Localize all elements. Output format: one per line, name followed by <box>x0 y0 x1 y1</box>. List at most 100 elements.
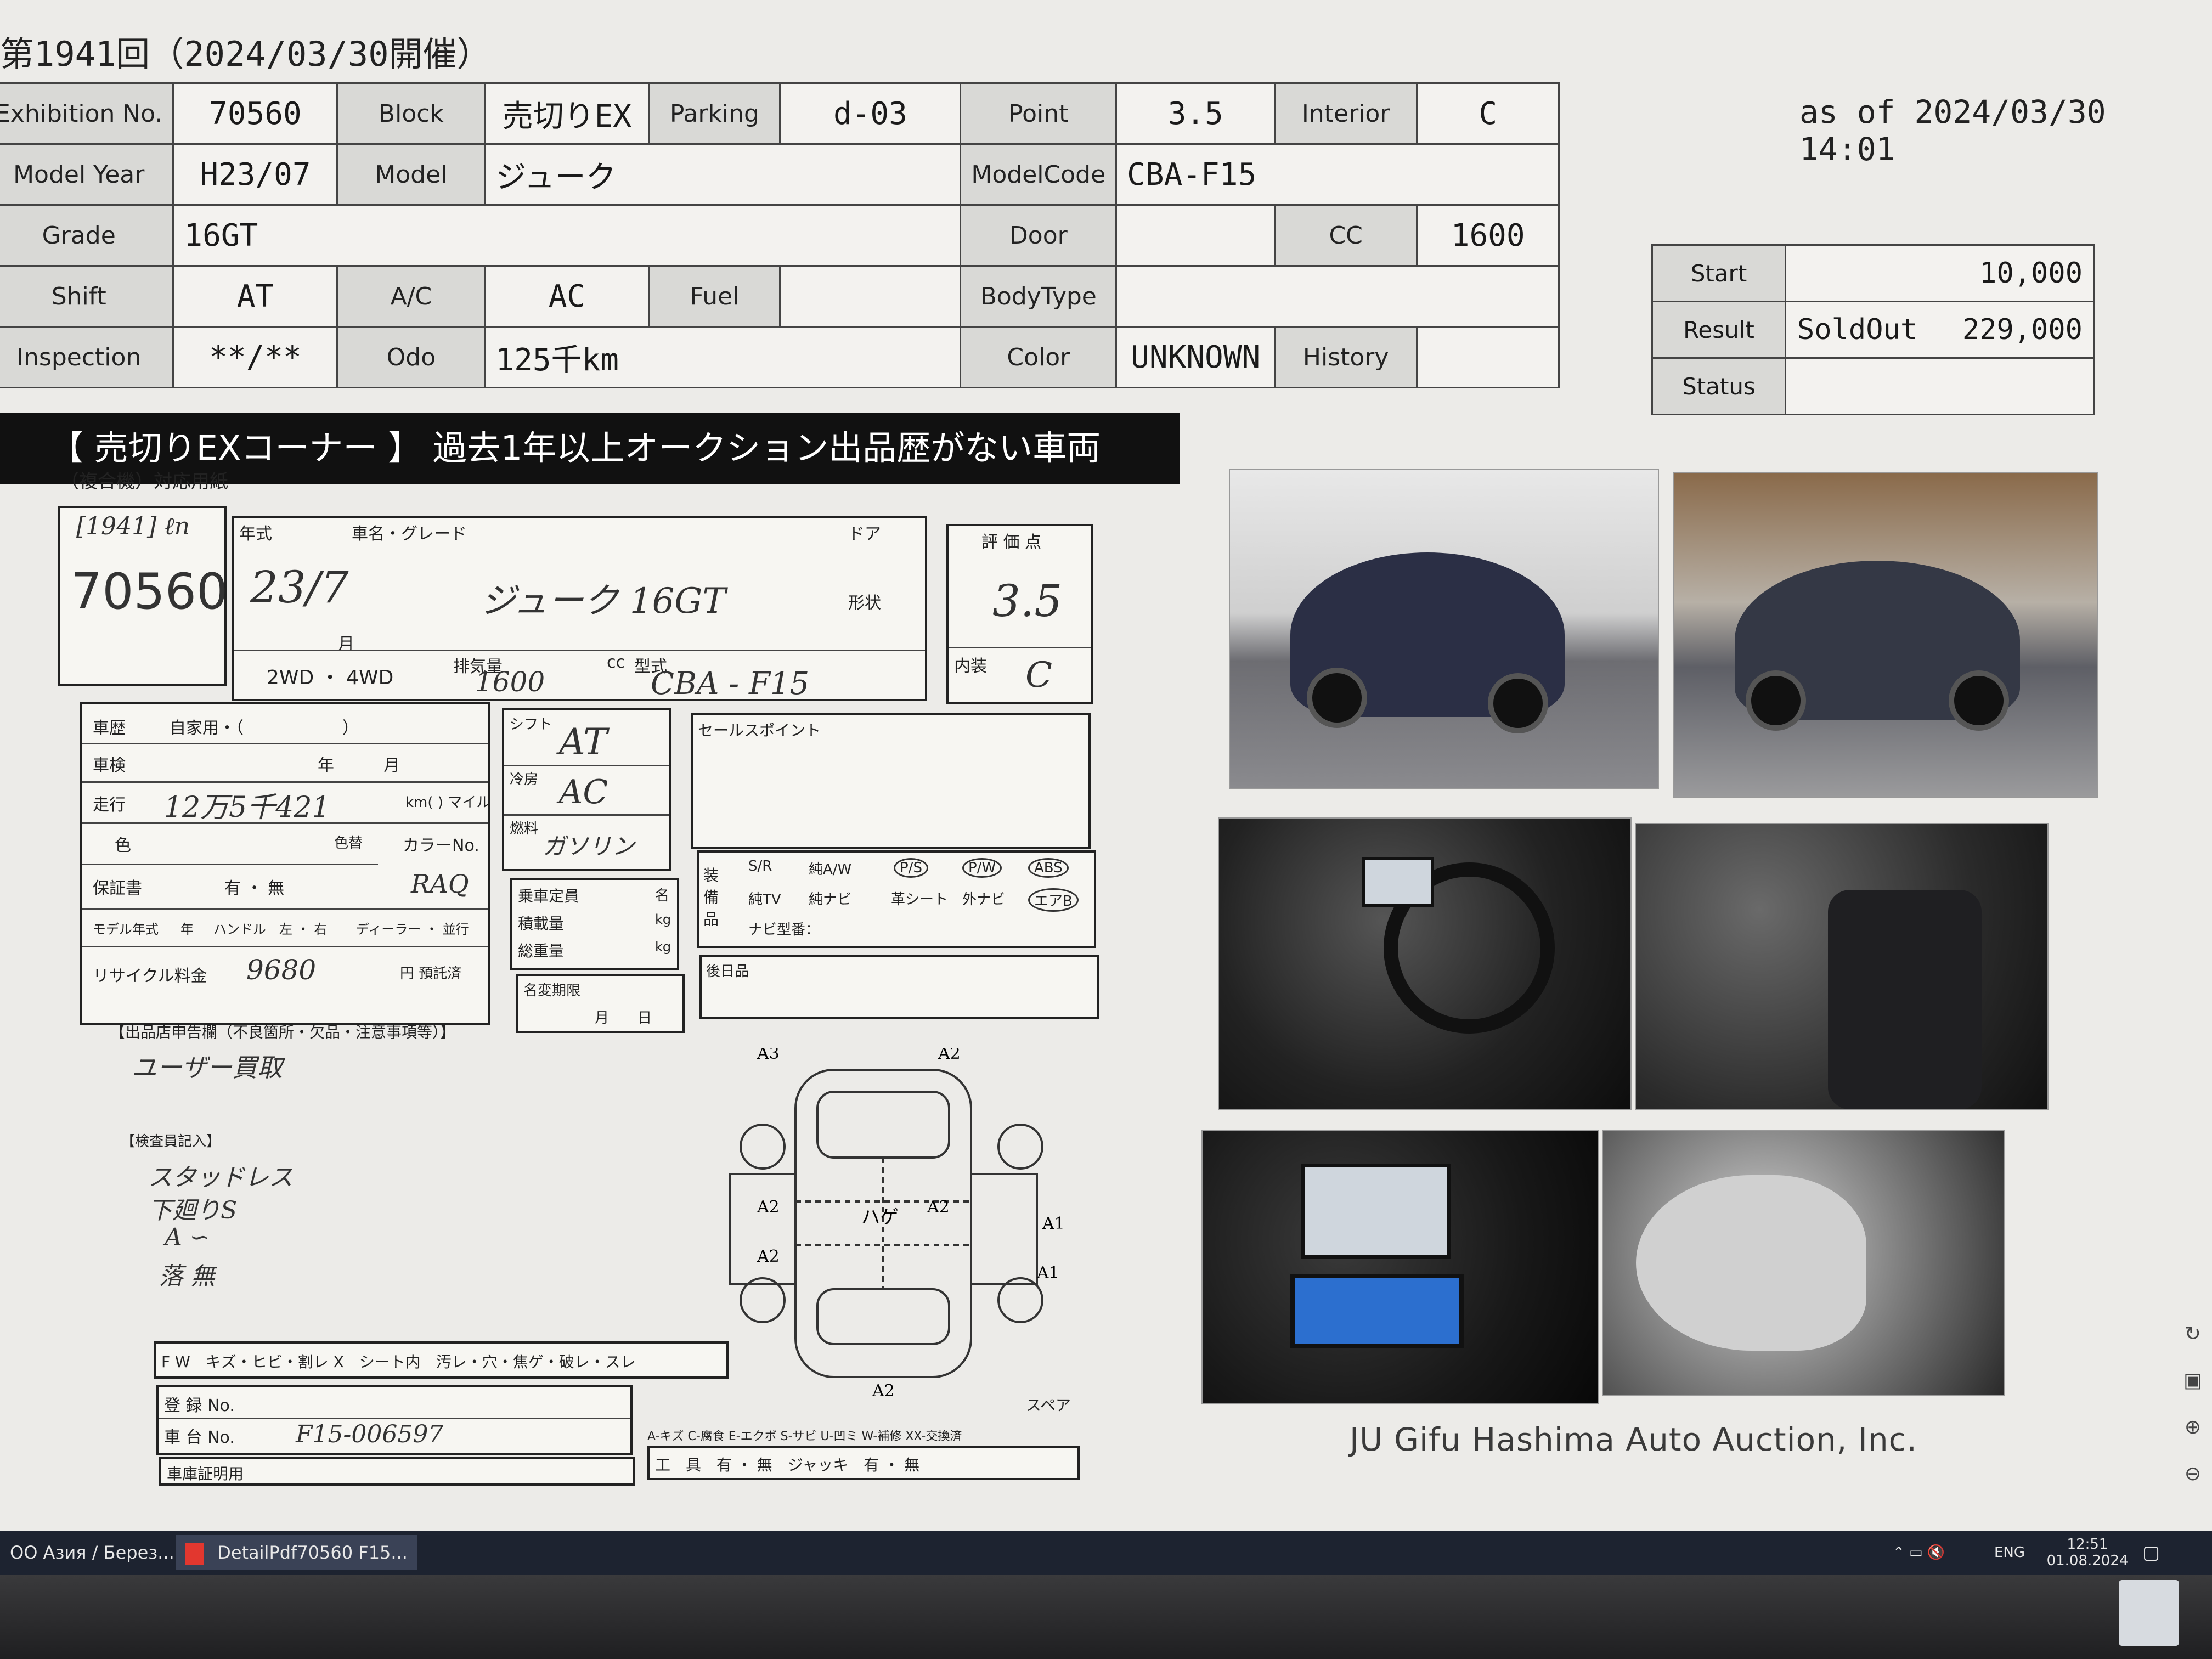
exhibition-label: Exhibition No. <box>0 82 174 145</box>
equip-tv: 純TV <box>748 891 781 908</box>
color-label-sheet: 色 <box>115 836 131 855</box>
lot-tag: [1941] ℓn <box>76 512 190 540</box>
modelcode-value: CBA-F15 <box>1115 143 1560 206</box>
monitor-bezel <box>0 1575 2212 1659</box>
photo-spare-items[interactable] <box>1602 1130 2005 1396</box>
odo-label: Odo <box>336 326 486 388</box>
taskbar-item-browser[interactable]: ОО Азия / Берез... <box>0 1535 184 1570</box>
grade-label: Grade <box>0 204 174 267</box>
gross-label: 総重量 <box>518 942 565 960</box>
tray-icons[interactable]: ⌃ ▭ 🔇 <box>1893 1531 1945 1575</box>
door-label: Door <box>960 204 1118 267</box>
mark-front-left: A3 <box>757 1048 780 1063</box>
score-box: 評 価 点 3.5 内装 C <box>946 524 1093 704</box>
name-change-value: 月 日 <box>595 1010 652 1026</box>
model-year-value: H23/07 <box>172 143 338 206</box>
year-label: 年式 <box>239 524 272 544</box>
name-grade-hand: ジューク 16GT <box>481 581 726 622</box>
shift-value: AT <box>172 265 338 328</box>
photo-front-exterior[interactable] <box>1229 469 1659 789</box>
auction-house-footer: JU Gifu Hashima Auto Auction, Inc. <box>1350 1421 1917 1458</box>
equip-airbag: エアB <box>1028 888 1079 912</box>
zoom-in-icon[interactable]: ⊕ <box>2181 1415 2205 1440</box>
auction-sheet: [1941] ℓn 70560 年式 23/7 月 車名・グレード ジューク 1… <box>55 499 1207 1486</box>
damage-legend: A-キズ C-腐食 E-エクボ S-サビ U-凹ミ W-補修 XX-交換済 <box>647 1430 962 1443</box>
start-label: Start <box>1651 244 1786 302</box>
recycle-hand: 9680 <box>246 954 317 986</box>
lot-number: 70560 <box>71 563 228 620</box>
rotate-icon[interactable]: ↻ <box>2181 1322 2205 1346</box>
mark-rear: A2 <box>872 1381 895 1399</box>
inspector-line-2: 下廻りS <box>148 1197 238 1224</box>
intel-sticker <box>2119 1580 2179 1646</box>
model-value: ジューク <box>484 143 962 206</box>
details-box: 車歴 自家用・（ ） 車検 年 月 走行 12万5千421 km( ) マイル … <box>80 702 490 1025</box>
point-value: 3.5 <box>1115 82 1276 145</box>
photo-center-console[interactable] <box>1201 1130 1599 1404</box>
shift-hand: AT <box>559 721 608 763</box>
zoom-out-icon[interactable]: ⊖ <box>2181 1462 2205 1486</box>
tray-clock[interactable]: 12:51 01.08.2024 <box>2038 1536 2137 1580</box>
mark-left-door: A2 <box>757 1198 780 1217</box>
inspector-line-4: 落 無 <box>159 1262 215 1290</box>
recycle-label: リサイクル料金 <box>93 967 207 986</box>
fw-label: F W キズ・ヒビ・割レ X シート内 汚レ・穴・焦ゲ・破レ・スレ <box>161 1353 636 1371</box>
chassis-label: 車 台 No. <box>164 1428 235 1447</box>
cc-label: CC <box>1274 204 1418 267</box>
fuel-label: Fuel <box>648 265 781 328</box>
tray-time: 12:51 <box>2067 1536 2108 1553</box>
start-value: 10,000 <box>1785 244 2095 302</box>
fuel-value <box>779 265 962 328</box>
photo-dashboard[interactable] <box>1218 817 1632 1110</box>
auction-title: 第1941回（2024/03/30開催） <box>0 34 491 74</box>
ac-label: A/C <box>336 265 486 328</box>
block-label: Block <box>336 82 486 145</box>
as-of-timestamp: as of 2024/03/30 14:01 <box>1799 93 2106 168</box>
color-value: UNKNOWN <box>1115 326 1276 388</box>
sheet-note: （複合機）対応用紙 <box>60 471 228 493</box>
capacity-box: 乗車定員 名 積載量 kg 総重量 kg <box>510 878 679 970</box>
tray-language[interactable]: ENG <box>1994 1531 2025 1575</box>
mark-right-side: A1 <box>1042 1214 1065 1233</box>
status-label: Status <box>1651 357 1786 415</box>
result-label: Result <box>1651 301 1786 359</box>
exhibition-value: 70560 <box>172 82 338 145</box>
score-hand: 3.5 <box>992 575 1063 627</box>
interior-hand: C <box>1025 655 1052 696</box>
name-change-label: 名変期限 <box>523 983 581 999</box>
inspector-line-1: スタッドレス <box>148 1164 293 1192</box>
tray-date: 01.08.2024 <box>2046 1553 2129 1569</box>
photo-front-seats[interactable] <box>1635 823 2049 1110</box>
color-label: Color <box>960 326 1118 388</box>
cc-unit: cc <box>607 653 625 672</box>
shape-label: 形状 <box>848 594 881 613</box>
capacity-label: 乗車定員 <box>518 887 580 905</box>
equip-label: 装備品 <box>703 866 719 928</box>
spare-label: スペア <box>1026 1396 1071 1414</box>
lot-box: [1941] ℓn 70560 <box>58 506 228 686</box>
page-icon[interactable]: ▣ <box>2181 1369 2205 1393</box>
pdf-file-icon <box>185 1543 204 1565</box>
taskbar-item-pdf-label: DetailPdf70560 F15... <box>217 1542 408 1563</box>
notification-icon[interactable]: ▢ <box>2142 1531 2160 1575</box>
name-grade-label: 車名・グレード <box>352 524 467 544</box>
mileage-unit: km( ) マイル <box>405 794 491 811</box>
mileage-label: 走行 <box>93 795 126 815</box>
model-year-unit: 年 <box>180 922 194 937</box>
result-cell: SoldOut 229,000 <box>1785 301 2095 359</box>
photo-rear-exterior[interactable] <box>1673 472 2098 798</box>
taskbar-item-pdf[interactable]: DetailPdf70560 F15... <box>176 1535 417 1570</box>
later-box: 後日品 <box>699 955 1099 1019</box>
name-change-box: 名変期限 月 日 <box>516 974 685 1033</box>
model-year-label: Model Year <box>0 143 174 206</box>
tools-row: 工 具 有 ・ 無 ジャッキ 有 ・ 無 <box>647 1446 1080 1480</box>
parking-value: d-03 <box>779 82 962 145</box>
color-no-label: カラーNo. <box>403 836 479 855</box>
shaken-value: 年 月 <box>318 756 400 775</box>
fw-row: F W キズ・ヒビ・割レ X シート内 汚レ・穴・焦ゲ・破レ・スレ <box>154 1341 729 1379</box>
history-label: History <box>1274 326 1418 388</box>
grade-value: 16GT <box>172 204 962 267</box>
warranty-value: 有 ・ 無 <box>224 879 285 898</box>
chassis-hand: F15-006597 <box>296 1420 444 1448</box>
load-unit: kg <box>655 912 672 927</box>
